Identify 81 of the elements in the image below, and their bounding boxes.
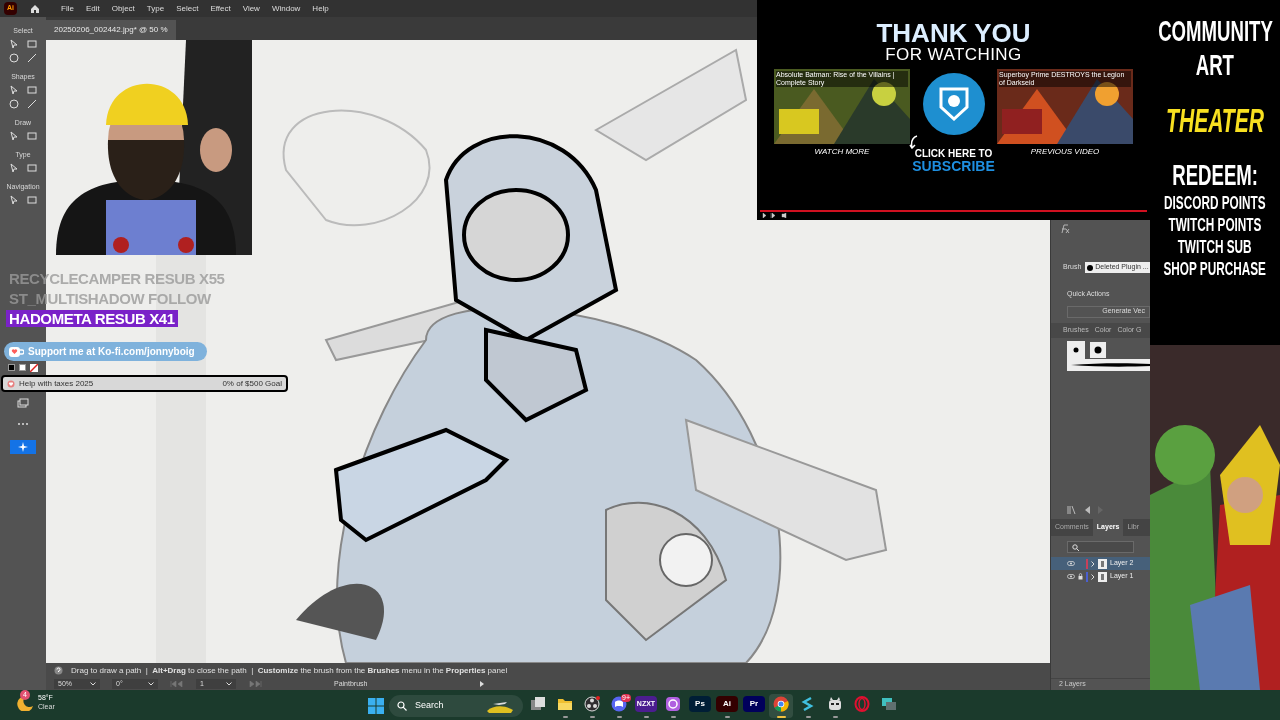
stroke-swatch[interactable] bbox=[19, 364, 26, 371]
menu-item[interactable]: Effect bbox=[210, 2, 231, 15]
brush-library-icon[interactable] bbox=[1067, 506, 1077, 514]
hint-text: Drag to draw a path | Alt+Drag to close the path | Customize the brush from the Brushes menu in the Properties panel bbox=[71, 664, 508, 677]
menu-item[interactable]: Select bbox=[176, 2, 199, 15]
brush-swatch[interactable] bbox=[1067, 340, 1085, 359]
windows-start-icon[interactable] bbox=[366, 696, 386, 716]
promo-accent: THEATER bbox=[1166, 100, 1264, 140]
running-indicator bbox=[724, 716, 730, 718]
menu-item[interactable]: File bbox=[61, 2, 74, 15]
ring-browser-icon bbox=[854, 696, 870, 712]
running-indicator bbox=[805, 716, 811, 718]
menu-item[interactable]: Help bbox=[312, 2, 329, 15]
task-view-icon bbox=[530, 696, 546, 712]
caret-icon bbox=[226, 682, 232, 686]
end-screen-link[interactable]: PREVIOUS VIDEO bbox=[1030, 146, 1100, 158]
promo-item: SHOP PURCHASE bbox=[1163, 258, 1267, 280]
search-icon bbox=[397, 701, 407, 711]
taskbar-search[interactable]: Search bbox=[389, 695, 523, 717]
previous-icon[interactable] bbox=[1085, 506, 1090, 514]
promo-item: TWITCH POINTS bbox=[1168, 214, 1262, 236]
brush-dot-icon bbox=[1087, 264, 1094, 271]
plane-island-icon bbox=[485, 699, 515, 713]
robot-icon bbox=[827, 696, 843, 712]
lock-icon[interactable] bbox=[1078, 573, 1083, 580]
menu-item[interactable]: Edit bbox=[85, 2, 100, 15]
screen-mode-icon[interactable] bbox=[17, 398, 29, 410]
document-tab[interactable]: 20250206_002442.jpg* @ 50 % bbox=[46, 20, 176, 40]
promo-title: REDEEM: bbox=[1172, 158, 1258, 192]
promo-item: DISCORD POINTS bbox=[1164, 192, 1266, 214]
app-icon: Ai bbox=[716, 696, 738, 712]
promo-title: COMMUNITY bbox=[1157, 14, 1273, 48]
app-icon: Pr bbox=[743, 696, 765, 712]
brush-tip-icon bbox=[1094, 345, 1102, 354]
none-swatch-icon[interactable] bbox=[30, 364, 38, 372]
heart-icon bbox=[7, 379, 15, 388]
taskbar-app[interactable]: Ai bbox=[715, 694, 739, 718]
caret-icon bbox=[148, 682, 154, 686]
running-indicator bbox=[670, 716, 676, 718]
running-indicator bbox=[616, 716, 622, 718]
more-tools-icon[interactable] bbox=[17, 422, 29, 426]
taskbar-app[interactable]: Pr bbox=[742, 694, 766, 718]
running-indicator bbox=[776, 716, 786, 718]
brush-swatch[interactable] bbox=[1089, 340, 1107, 359]
menu-item[interactable]: View bbox=[242, 2, 260, 15]
search-icon bbox=[1072, 543, 1079, 551]
search-field[interactable] bbox=[1067, 541, 1134, 553]
layer-thumbnail bbox=[1098, 571, 1107, 582]
app-icon: Ps bbox=[689, 696, 711, 712]
eye-icon[interactable] bbox=[1067, 561, 1075, 566]
taskbar-app[interactable] bbox=[769, 694, 793, 718]
sparkle-button[interactable] bbox=[10, 440, 36, 454]
caret-icon bbox=[90, 682, 96, 686]
promo-title: ART bbox=[1195, 48, 1235, 82]
cup-icon bbox=[8, 344, 24, 359]
browser-icon bbox=[773, 696, 789, 712]
recorder-icon bbox=[584, 696, 600, 712]
brush-tip-icon bbox=[1073, 346, 1079, 353]
running-indicator bbox=[589, 716, 595, 718]
screens-icon bbox=[881, 696, 897, 712]
play-icon[interactable] bbox=[479, 681, 486, 687]
folder-icon bbox=[557, 696, 573, 712]
camera-icon bbox=[665, 696, 681, 712]
fill-swatch[interactable] bbox=[8, 364, 15, 371]
taskbar-app[interactable]: Ps bbox=[688, 694, 712, 718]
video-heading: THANK YOU bbox=[876, 20, 1031, 46]
menu-item[interactable]: Window bbox=[271, 2, 301, 15]
home-icon[interactable] bbox=[29, 2, 41, 15]
menu-item[interactable]: Type bbox=[146, 2, 165, 15]
brush-stroke-preview[interactable] bbox=[1067, 358, 1151, 371]
fx-icon[interactable] bbox=[1059, 224, 1071, 234]
promo-item: TWITCH SUB bbox=[1178, 236, 1252, 258]
running-indicator bbox=[562, 716, 568, 718]
running-indicator bbox=[643, 716, 649, 718]
menu-item[interactable]: Object bbox=[111, 2, 135, 15]
sparkle-icon bbox=[18, 442, 28, 452]
layer-thumbnail bbox=[1098, 558, 1107, 569]
zigzag-app-icon bbox=[800, 696, 816, 712]
eye-icon[interactable] bbox=[1067, 574, 1075, 579]
help-icon[interactable] bbox=[54, 666, 63, 675]
running-indicator bbox=[832, 716, 838, 718]
